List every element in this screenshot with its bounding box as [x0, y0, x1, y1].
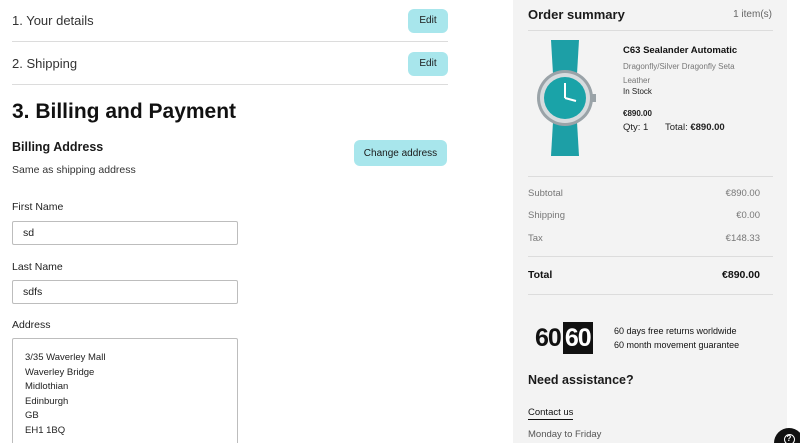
address-line: GB: [25, 410, 39, 422]
address-line: 3/35 Waverley Mall: [25, 352, 106, 363]
shipping-row: Shipping €0.00: [528, 210, 760, 221]
change-address-button[interactable]: Change address: [354, 140, 447, 166]
stock-status: In Stock: [623, 87, 652, 96]
address-field[interactable]: 3/35 Waverley Mall Waverley Bridge Midlo…: [12, 338, 238, 443]
edit-details-button[interactable]: Edit: [408, 8, 448, 33]
shipping-value: €0.00: [736, 210, 760, 221]
tax-label: Tax: [528, 233, 543, 244]
edit-shipping-button[interactable]: Edit: [408, 51, 448, 76]
step-label: 1. Your details: [12, 13, 94, 28]
page-title: 3. Billing and Payment: [12, 100, 237, 123]
order-total-value: €890.00: [722, 269, 760, 281]
subtotal-row: Subtotal €890.00: [528, 188, 760, 199]
address-line: Waverley Bridge: [25, 366, 95, 378]
step-your-details: 1. Your details Edit: [12, 0, 448, 42]
checkout-form: 1. Your details Edit 2. Shipping Edit 3.…: [0, 0, 460, 443]
subtotal-value: €890.00: [725, 188, 760, 199]
divider: [528, 30, 773, 31]
order-summary-panel: Order summary 1 item(s) C63 Sealander Au…: [513, 0, 787, 443]
item-count: 1 item(s): [733, 9, 772, 20]
product-quantity: Qty: 1: [623, 122, 649, 133]
address-line: Edinburgh: [25, 395, 69, 407]
contact-us-link[interactable]: Contact us: [528, 407, 574, 420]
returns-guarantee: 60 days free returns worldwide 60 month …: [614, 324, 739, 352]
returns-text: 60 days free returns worldwide: [614, 326, 737, 336]
order-total-row: Total €890.00: [528, 269, 760, 281]
tax-row: Tax €148.33: [528, 233, 760, 244]
order-summary-title: Order summary: [528, 7, 625, 22]
first-name-label: First Name: [12, 201, 64, 213]
step-shipping: 2. Shipping Edit: [12, 43, 448, 85]
need-assistance-heading: Need assistance?: [528, 373, 634, 387]
opening-hours: Monday to Friday: [528, 429, 602, 440]
logo-part: 60: [535, 323, 562, 352]
address-label: Address: [12, 319, 51, 331]
product-name[interactable]: C63 Sealander Automatic: [623, 45, 737, 56]
product-variant: Dragonfly/Silver Dragonfly Seta Leather: [623, 62, 735, 85]
divider: [528, 294, 773, 295]
last-name-label: Last Name: [12, 261, 63, 273]
guarantee-text: 60 month movement guarantee: [614, 340, 740, 350]
last-name-field[interactable]: [12, 280, 238, 304]
subtotal-label: Subtotal: [528, 188, 563, 199]
divider: [528, 256, 773, 257]
address-line: EH1 1BQ: [25, 424, 66, 436]
order-total-label: Total: [528, 269, 553, 281]
shipping-label: Shipping: [528, 210, 565, 221]
product-total: Total: €890.00: [665, 122, 725, 133]
address-line: Midlothian: [25, 381, 69, 393]
sixty-sixty-logo: 60 60: [535, 322, 593, 354]
first-name-field[interactable]: [12, 221, 238, 245]
tax-value: €148.33: [725, 233, 760, 244]
product-total-label: Total:: [665, 122, 688, 133]
product-image[interactable]: [533, 40, 597, 156]
product-price: €890.00: [623, 109, 652, 118]
product-total-value: €890.00: [690, 122, 725, 133]
divider: [528, 176, 773, 177]
logo-part: 60: [562, 322, 593, 354]
step-label: 2. Shipping: [12, 56, 78, 71]
billing-address-note: Same as shipping address: [12, 164, 136, 176]
question-icon: ?: [783, 434, 795, 443]
billing-address-heading: Billing Address: [12, 140, 104, 154]
